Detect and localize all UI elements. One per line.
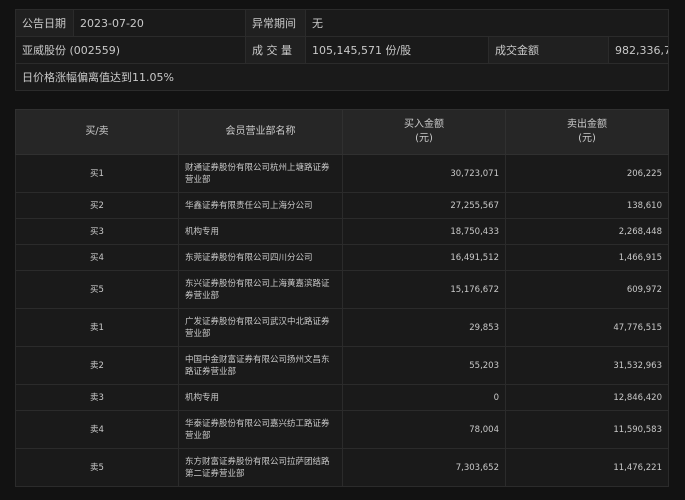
abnormal-period-value: 无	[305, 9, 669, 37]
sell-amount-cell: 609,972	[505, 270, 669, 309]
amount-label: 成交金额	[488, 36, 609, 64]
buy-amount-cell: 55,203	[342, 346, 506, 385]
table-row: 卖1 广发证券股份有限公司武汉中北路证券营业部 29,853 47,776,51…	[15, 308, 669, 347]
table-row: 买1 财通证券股份有限公司杭州上塘路证券营业部 30,723,071 206,2…	[15, 154, 669, 193]
sell-amount-cell: 12,846,420	[505, 384, 669, 411]
header-sell-unit: (元)	[578, 133, 596, 144]
stock-name: 亚威股份 (002559)	[15, 36, 246, 64]
sell-amount-cell: 11,590,583	[505, 410, 669, 449]
header-sell: 卖出金额 (元)	[505, 109, 669, 155]
header-side: 买/卖	[15, 109, 179, 155]
side-cell: 卖5	[15, 448, 179, 487]
buy-amount-cell: 16,491,512	[342, 244, 506, 271]
buy-amount-cell: 15,176,672	[342, 270, 506, 309]
header-buy-label: 买入金额	[404, 119, 444, 130]
dept-cell: 中国中金财富证券有限公司扬州文昌东路证券营业部	[178, 346, 343, 385]
sell-amount-cell: 11,476,221	[505, 448, 669, 487]
dept-cell: 机构专用	[178, 218, 343, 245]
dept-cell: 机构专用	[178, 384, 343, 411]
table-row: 买4 东莞证券股份有限公司四川分公司 16,491,512 1,466,915	[15, 244, 669, 271]
table-row: 卖2 中国中金财富证券有限公司扬州文昌东路证券营业部 55,203 31,532…	[15, 346, 669, 385]
table-header-row: 买/卖 会员营业部名称 买入金额 (元) 卖出金额 (元)	[15, 109, 669, 155]
sell-amount-cell: 1,466,915	[505, 244, 669, 271]
buy-amount-cell: 18,750,433	[342, 218, 506, 245]
dept-cell: 华鑫证券有限责任公司上海分公司	[178, 192, 343, 219]
side-cell: 买1	[15, 154, 179, 193]
abnormal-period-label: 异常期间	[245, 9, 306, 37]
side-cell: 卖4	[15, 410, 179, 449]
sell-amount-cell: 2,268,448	[505, 218, 669, 245]
deviation-reason: 日价格涨幅偏离值达到11.05%	[15, 63, 669, 91]
side-cell: 卖2	[15, 346, 179, 385]
buy-amount-cell: 27,255,567	[342, 192, 506, 219]
buy-amount-cell: 78,004	[342, 410, 506, 449]
sell-amount-cell: 31,532,963	[505, 346, 669, 385]
table-row: 买2 华鑫证券有限责任公司上海分公司 27,255,567 138,610	[15, 192, 669, 219]
announcement-info-table: 公告日期 2023-07-20 异常期间 无 亚威股份 (002559) 成 交…	[15, 9, 669, 91]
table-row: 买5 东兴证券股份有限公司上海黄嘉滨路证券营业部 15,176,672 609,…	[15, 270, 669, 309]
table-row: 卖5 东方财富证券股份有限公司拉萨团结路第二证券营业部 7,303,652 11…	[15, 448, 669, 487]
dept-cell: 东方财富证券股份有限公司拉萨团结路第二证券营业部	[178, 448, 343, 487]
table-row: 卖3 机构专用 0 12,846,420	[15, 384, 669, 411]
sell-amount-cell: 47,776,515	[505, 308, 669, 347]
dept-cell: 广发证券股份有限公司武汉中北路证券营业部	[178, 308, 343, 347]
table-row: 买3 机构专用 18,750,433 2,268,448	[15, 218, 669, 245]
amount-value: 982,336,738 元	[608, 36, 669, 64]
date-label: 公告日期	[15, 9, 74, 37]
side-cell: 买5	[15, 270, 179, 309]
buy-amount-cell: 29,853	[342, 308, 506, 347]
header-buy: 买入金额 (元)	[342, 109, 506, 155]
table-row: 卖4 华泰证券股份有限公司嘉兴纺工路证券营业部 78,004 11,590,58…	[15, 410, 669, 449]
volume-value: 105,145,571 份/股	[305, 36, 489, 64]
sell-amount-cell: 138,610	[505, 192, 669, 219]
sell-amount-cell: 206,225	[505, 154, 669, 193]
header-buy-unit: (元)	[415, 133, 433, 144]
side-cell: 买4	[15, 244, 179, 271]
buy-amount-cell: 30,723,071	[342, 154, 506, 193]
buy-amount-cell: 0	[342, 384, 506, 411]
trading-seats-table: 买/卖 会员营业部名称 买入金额 (元) 卖出金额 (元) 买1 财通证券股份有…	[15, 109, 669, 487]
volume-label: 成 交 量	[245, 36, 306, 64]
side-cell: 买3	[15, 218, 179, 245]
side-cell: 卖1	[15, 308, 179, 347]
dept-cell: 东莞证券股份有限公司四川分公司	[178, 244, 343, 271]
buy-amount-cell: 7,303,652	[342, 448, 506, 487]
side-cell: 卖3	[15, 384, 179, 411]
header-sell-label: 卖出金额	[567, 119, 607, 130]
header-dept: 会员营业部名称	[178, 109, 343, 155]
dept-cell: 东兴证券股份有限公司上海黄嘉滨路证券营业部	[178, 270, 343, 309]
dept-cell: 华泰证券股份有限公司嘉兴纺工路证券营业部	[178, 410, 343, 449]
date-value: 2023-07-20	[73, 9, 246, 37]
dept-cell: 财通证券股份有限公司杭州上塘路证券营业部	[178, 154, 343, 193]
side-cell: 买2	[15, 192, 179, 219]
